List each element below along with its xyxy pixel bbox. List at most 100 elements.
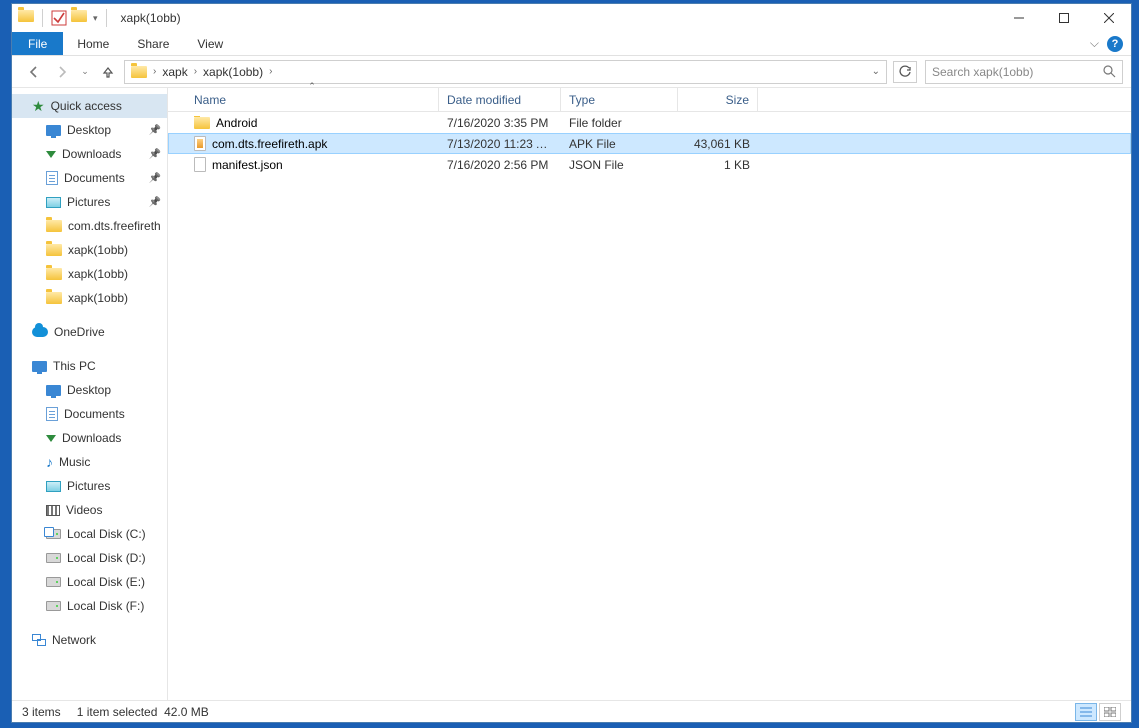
file-name: Android (216, 116, 257, 130)
pin-icon: 📌 (149, 125, 161, 136)
sidebar-item[interactable]: Local Disk (C:) (12, 522, 167, 546)
sidebar-item-label: Downloads (62, 147, 121, 161)
address-dropdown-icon[interactable]: ⌄ (872, 66, 884, 77)
folder-icon (46, 244, 62, 256)
ribbon-tab-view[interactable]: View (183, 32, 237, 55)
sidebar-item[interactable]: Local Disk (F:) (12, 594, 167, 618)
sidebar-item[interactable]: xapk(1obb) (12, 238, 167, 262)
disk-icon (46, 577, 61, 587)
sidebar-item-label: xapk(1obb) (68, 243, 128, 257)
chevron-right-icon[interactable]: › (192, 66, 199, 77)
download-icon (46, 151, 56, 158)
pc-icon (32, 361, 47, 372)
maximize-button[interactable] (1041, 4, 1086, 32)
cell-type: File folder (561, 116, 678, 130)
sidebar-item-label: Documents (64, 407, 125, 421)
cell-name: com.dts.freefireth.apk (186, 136, 439, 151)
sidebar-item-label: Music (59, 455, 90, 469)
sidebar-item[interactable]: Desktop📌 (12, 118, 167, 142)
file-list[interactable]: Android7/16/2020 3:35 PMFile foldercom.d… (168, 112, 1131, 700)
pin-icon: 📌 (149, 197, 161, 208)
sidebar-item-label: Local Disk (C:) (67, 527, 146, 541)
recent-dropdown-icon[interactable]: ⌄ (78, 60, 92, 84)
view-details-button[interactable] (1075, 703, 1097, 721)
sidebar-item[interactable]: Pictures (12, 474, 167, 498)
folder-icon (46, 292, 62, 304)
column-headers: Name⌃ Date modified Type Size (168, 88, 1131, 112)
sidebar-onedrive[interactable]: OneDrive (12, 320, 167, 344)
sidebar-item[interactable]: Documents (12, 402, 167, 426)
sidebar-item[interactable]: Local Disk (E:) (12, 570, 167, 594)
download-icon (46, 435, 56, 442)
minimize-button[interactable] (996, 4, 1041, 32)
sidebar-item[interactable]: Documents📌 (12, 166, 167, 190)
search-icon[interactable] (1103, 65, 1116, 78)
sidebar-network[interactable]: Network (12, 628, 167, 652)
view-icons-button[interactable] (1099, 703, 1121, 721)
sidebar-item-label: xapk(1obb) (68, 267, 128, 281)
qat-properties-icon[interactable] (51, 10, 67, 26)
up-button[interactable] (96, 60, 120, 84)
column-type[interactable]: Type (561, 88, 678, 111)
app-icon (18, 10, 34, 26)
sidebar-item[interactable]: ♪Music (12, 450, 167, 474)
table-row[interactable]: Android7/16/2020 3:35 PMFile folder (168, 112, 1131, 133)
back-button[interactable] (22, 60, 46, 84)
sidebar-item-label: Local Disk (F:) (67, 599, 144, 613)
table-row[interactable]: manifest.json7/16/2020 2:56 PMJSON File1… (168, 154, 1131, 175)
sidebar-item-label: xapk(1obb) (68, 291, 128, 305)
cell-size: 1 KB (678, 158, 758, 172)
address-folder-icon (131, 66, 147, 78)
column-size[interactable]: Size (678, 88, 758, 111)
file-name: com.dts.freefireth.apk (212, 137, 327, 151)
chevron-right-icon[interactable]: › (151, 66, 158, 77)
sidebar-item[interactable]: Videos (12, 498, 167, 522)
column-date[interactable]: Date modified (439, 88, 561, 111)
sidebar-item-label: Local Disk (E:) (67, 575, 145, 589)
sidebar-item[interactable]: Downloads📌 (12, 142, 167, 166)
sidebar-label: OneDrive (54, 325, 105, 339)
sidebar-item[interactable]: Desktop (12, 378, 167, 402)
search-box[interactable] (925, 60, 1123, 84)
sidebar-item[interactable]: Downloads (12, 426, 167, 450)
address-bar[interactable]: › xapk › xapk(1obb) › ⌄ (124, 60, 887, 84)
column-name[interactable]: Name⌃ (186, 88, 439, 111)
ribbon-tab-share[interactable]: Share (123, 32, 183, 55)
cell-type: JSON File (561, 158, 678, 172)
titlebar[interactable]: ▾ xapk(1obb) (12, 4, 1131, 32)
pin-icon: 📌 (149, 173, 161, 184)
desktop-icon (46, 125, 61, 136)
qat-dropdown-icon[interactable]: ▾ (93, 13, 98, 24)
ribbon-tab-home[interactable]: Home (63, 32, 123, 55)
cell-type: APK File (561, 137, 678, 151)
disk-icon (46, 553, 61, 563)
breadcrumb-segment[interactable]: xapk (158, 65, 191, 79)
sidebar-this-pc[interactable]: This PC (12, 354, 167, 378)
sidebar-item[interactable]: Pictures📌 (12, 190, 167, 214)
sidebar-item-label: Pictures (67, 479, 110, 493)
sidebar-item[interactable]: com.dts.freefireth (12, 214, 167, 238)
refresh-button[interactable] (893, 61, 917, 83)
sidebar-item[interactable]: Local Disk (D:) (12, 546, 167, 570)
close-button[interactable] (1086, 4, 1131, 32)
help-icon[interactable]: ? (1107, 36, 1123, 52)
forward-button[interactable] (50, 60, 74, 84)
disk-icon (46, 601, 61, 611)
qat-newfolder-icon[interactable] (71, 10, 87, 26)
sidebar-item[interactable]: xapk(1obb) (12, 262, 167, 286)
sidebar-item-label: Downloads (62, 431, 121, 445)
sidebar-item-label: Desktop (67, 383, 111, 397)
sidebar-quick-access[interactable]: ★ Quick access (12, 94, 167, 118)
chevron-right-icon[interactable]: › (267, 66, 274, 77)
disk-icon (46, 529, 61, 539)
ribbon-expand-icon[interactable]: ⌵ (1090, 36, 1099, 51)
search-input[interactable] (932, 65, 1103, 79)
sidebar[interactable]: ★ Quick access Desktop📌Downloads📌Documen… (12, 88, 168, 700)
breadcrumb-segment[interactable]: xapk(1obb) (199, 65, 267, 79)
ribbon-file-tab[interactable]: File (12, 32, 63, 55)
table-row[interactable]: com.dts.freefireth.apk7/13/2020 11:23 AM… (168, 133, 1131, 154)
sidebar-label: This PC (53, 359, 96, 373)
sidebar-item[interactable]: xapk(1obb) (12, 286, 167, 310)
desktop-icon (46, 385, 61, 396)
star-icon: ★ (32, 98, 45, 115)
